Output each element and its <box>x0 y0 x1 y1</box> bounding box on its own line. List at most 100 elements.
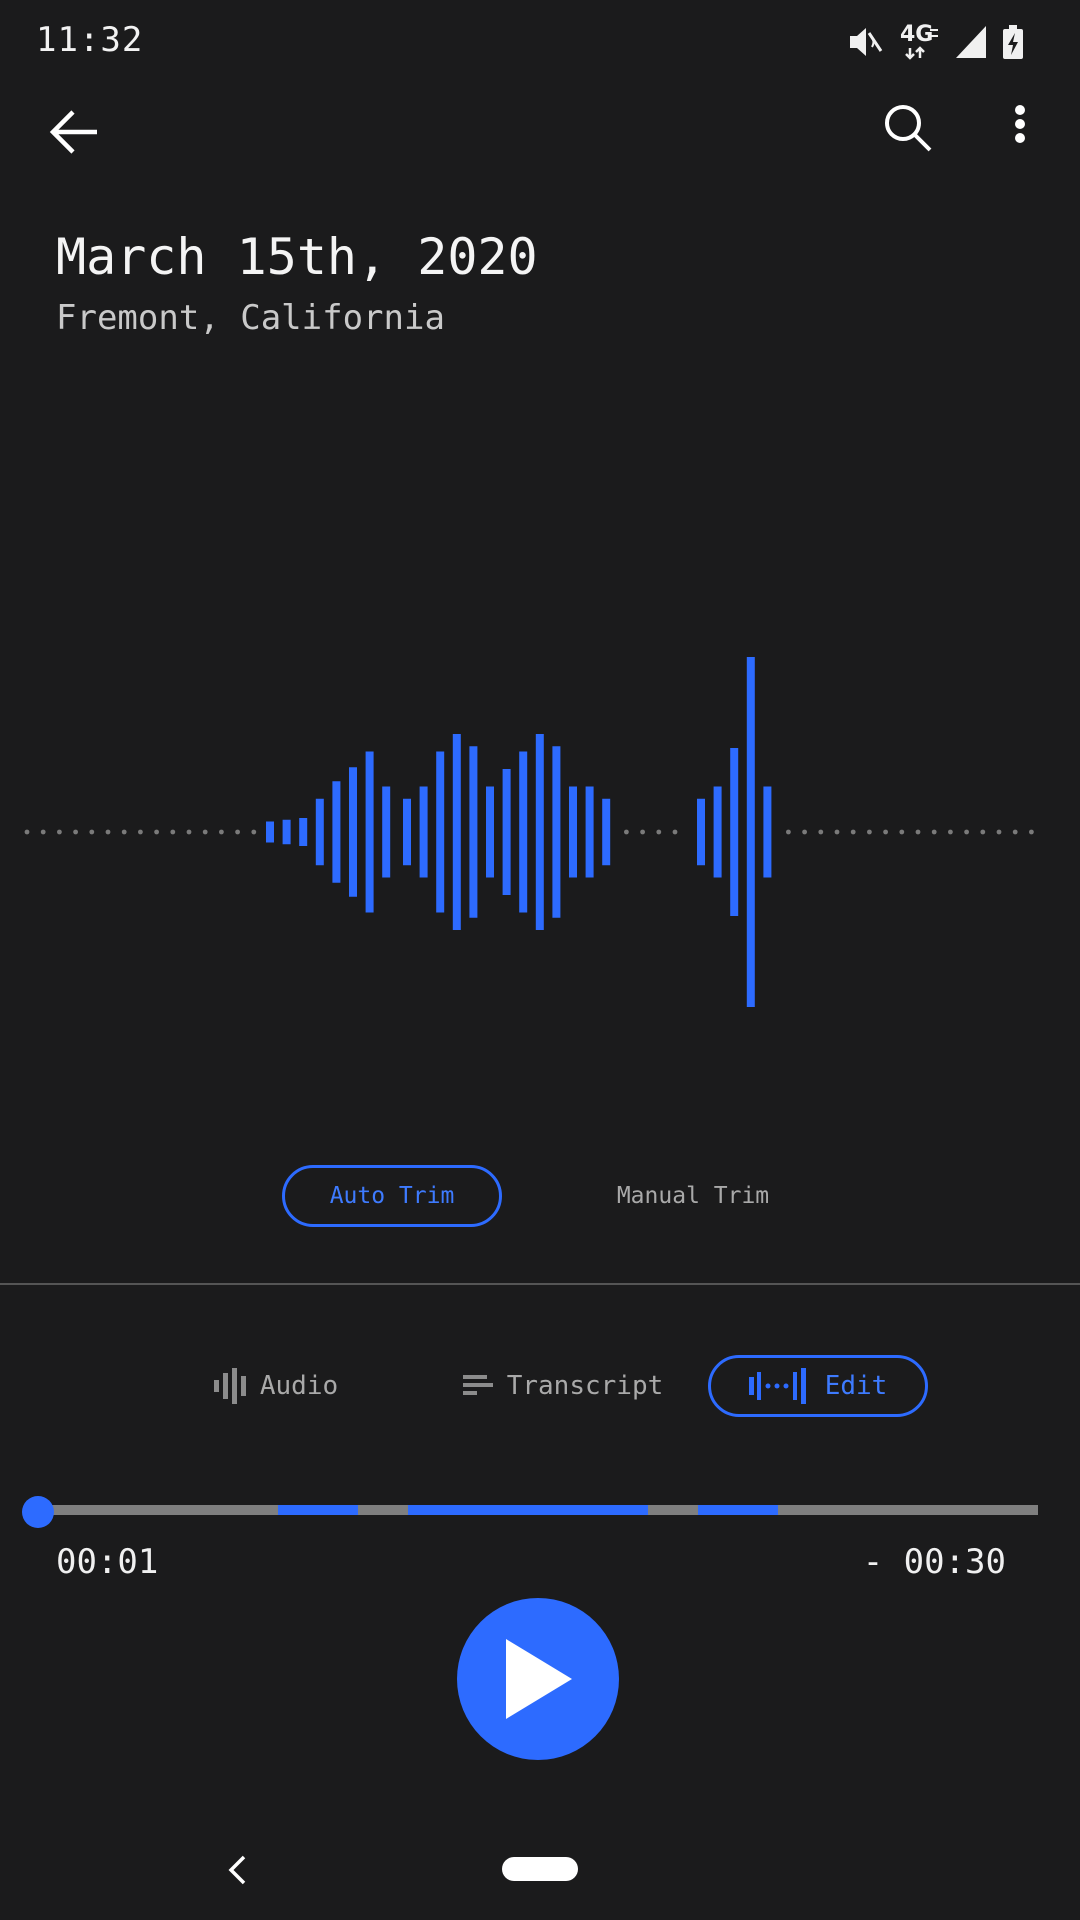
status-icons: 4G <box>848 22 1024 62</box>
waveform-silence-dot <box>640 829 645 835</box>
waveform-bar <box>436 751 445 913</box>
audio-waveform[interactable] <box>0 640 1080 1020</box>
tab-edit-label: Edit <box>824 1371 888 1401</box>
waveform-bar <box>299 818 308 846</box>
progress-active-segment <box>408 1505 648 1515</box>
waveform-bar <box>315 798 324 866</box>
waveform-silence-dot <box>138 829 143 835</box>
waveform-silence-dot <box>202 829 208 835</box>
search-icon <box>885 105 932 152</box>
waveform-silence-dot <box>624 829 629 835</box>
waveform-silence-dot <box>834 829 840 835</box>
more-vert-icon <box>1015 105 1025 143</box>
waveform-bar <box>419 786 428 878</box>
waveform-bar <box>349 767 357 897</box>
cell-signal-icon <box>956 26 986 58</box>
waveform-silence-dot <box>251 829 257 835</box>
waveform-bar <box>365 751 374 913</box>
elapsed-time: 00:01 <box>56 1542 159 1582</box>
waveform-bar <box>403 798 411 866</box>
waveform-silence-dot <box>40 829 46 835</box>
auto-trim-button[interactable]: Auto Trim <box>282 1165 502 1227</box>
tab-audio[interactable]: Audio <box>196 1355 356 1417</box>
waveform-silence-dot <box>899 829 905 835</box>
waveform-bar <box>746 657 755 1007</box>
waveform-bar <box>452 734 461 930</box>
remaining-time: - 00:30 <box>862 1542 1006 1582</box>
waveform-silence-dot <box>154 829 160 835</box>
play-icon <box>506 1639 572 1719</box>
nav-back-button[interactable] <box>212 1845 262 1895</box>
tab-audio-label: Audio <box>259 1371 339 1401</box>
manual-trim-button[interactable]: Manual Trim <box>600 1165 786 1227</box>
more-options-button[interactable] <box>980 84 1060 164</box>
tab-edit[interactable]: Edit <box>708 1355 928 1417</box>
search-button[interactable] <box>868 88 948 168</box>
waveform-silence-dot <box>786 829 791 835</box>
divider <box>0 1283 1080 1285</box>
waveform-silence-dot <box>931 829 937 835</box>
waveform-silence-dot <box>883 829 888 835</box>
waveform-silence-dot <box>948 829 953 835</box>
tab-transcript[interactable]: Transcript <box>448 1355 678 1417</box>
waveform-silence-dot <box>915 829 921 835</box>
waveform-silence-dot <box>672 829 678 835</box>
waveform-silence-dot <box>73 829 78 835</box>
waveform-silence-dot <box>105 829 111 835</box>
waveform-silence-dot <box>57 829 62 835</box>
waveform-bar <box>535 734 544 930</box>
waveform-silence-dot <box>121 829 127 835</box>
waveform-silence-dot <box>964 829 969 835</box>
progress-active-segment <box>698 1505 778 1515</box>
progress-track[interactable] <box>38 1505 1038 1515</box>
waveform-bar <box>519 751 528 913</box>
progress-active-segment <box>278 1505 358 1515</box>
waveform-bar <box>763 786 772 878</box>
transcript-lines-icon <box>462 1375 493 1395</box>
progress-thumb[interactable] <box>22 1496 54 1528</box>
waveform-silence-dot <box>802 829 807 835</box>
status-time: 11:32 <box>36 20 144 60</box>
edit-trim-icon <box>748 1368 806 1404</box>
waveform-silence-dot <box>89 829 95 835</box>
recording-location: Fremont, California <box>56 298 445 338</box>
waveform-silence-dot <box>1012 829 1018 835</box>
waveform-silence-dot <box>219 829 224 835</box>
waveform-bar <box>602 798 611 866</box>
waveform-silence-dot <box>170 829 176 835</box>
waveform-silence-dot <box>850 829 856 835</box>
back-arrow-icon <box>49 110 97 154</box>
audio-wave-icon <box>213 1368 246 1404</box>
4g-lte-icon: 4G <box>900 22 940 60</box>
waveform-bar <box>469 746 478 918</box>
waveform-silence-dot <box>980 829 986 835</box>
tab-transcript-label: Transcript <box>506 1371 664 1401</box>
waveform-bar <box>266 821 274 843</box>
waveform-bar <box>585 786 594 878</box>
waveform-silence-dot <box>818 829 824 835</box>
back-button[interactable] <box>34 92 114 172</box>
nav-home-handle[interactable] <box>502 1857 578 1881</box>
waveform-bar <box>552 746 561 918</box>
battery-charging-icon <box>1003 25 1023 59</box>
waveform-silence-dot <box>24 829 30 835</box>
waveform-bar <box>382 786 391 878</box>
waveform-bar <box>569 786 577 878</box>
chevron-left-icon <box>228 1855 246 1885</box>
waveform-bar <box>332 781 341 883</box>
waveform-silence-dot <box>996 829 1002 835</box>
recording-title: March 15th, 2020 <box>56 228 538 286</box>
waveform-silence-dot <box>867 829 872 835</box>
play-button[interactable] <box>457 1598 619 1760</box>
waveform-bar <box>486 786 494 878</box>
waveform-bar <box>713 786 722 878</box>
waveform-bar <box>502 769 511 895</box>
waveform-silence-dot <box>656 829 662 835</box>
waveform-bar <box>697 798 705 866</box>
waveform-bar <box>730 748 739 916</box>
waveform-silence-dot <box>235 829 241 835</box>
mute-icon <box>850 28 883 56</box>
waveform-bar <box>282 819 291 845</box>
waveform-silence-dot <box>1029 829 1034 835</box>
waveform-silence-dot <box>186 829 192 835</box>
